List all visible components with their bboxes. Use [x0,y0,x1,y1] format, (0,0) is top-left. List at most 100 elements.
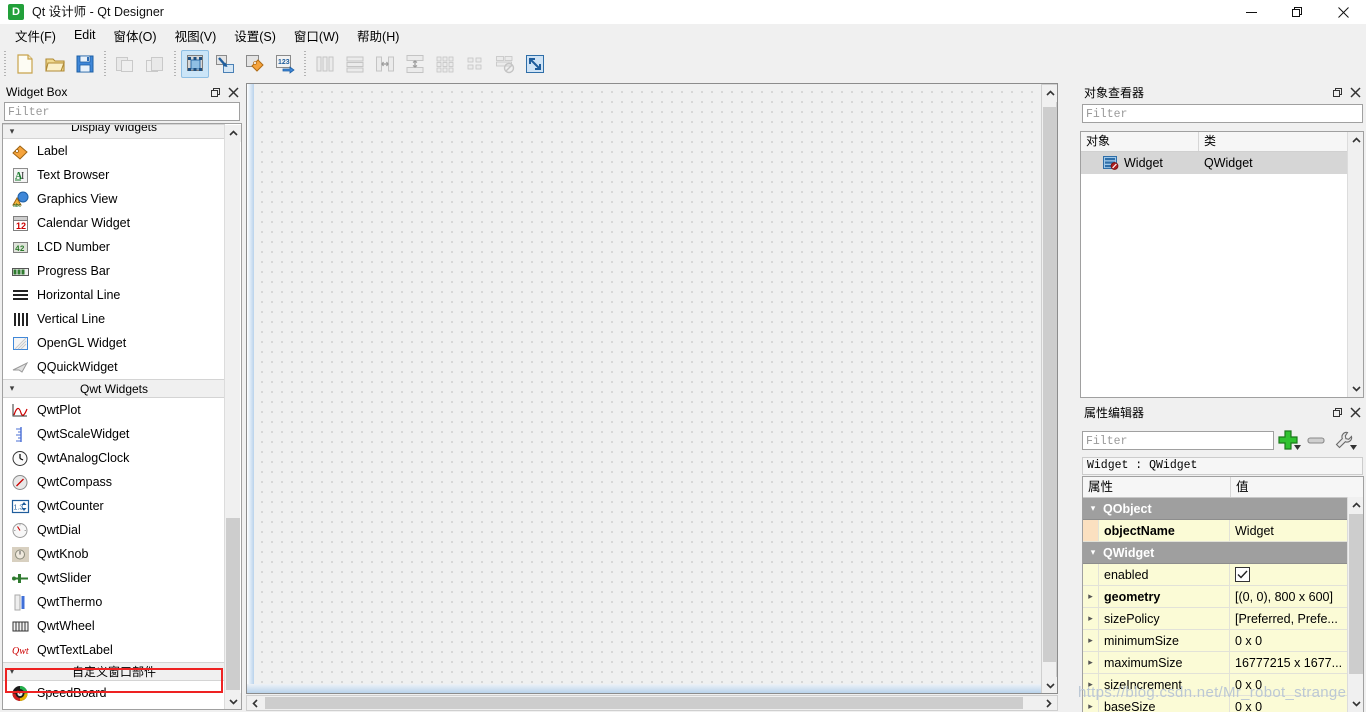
widget-item-qquickwidget[interactable]: QQuickWidget [3,355,225,379]
scroll-left-icon[interactable] [247,696,264,710]
edit-signals-slots-icon[interactable] [211,50,239,78]
form-canvas[interactable] [246,83,1058,694]
layout-form-icon[interactable] [461,50,489,78]
save-file-icon[interactable] [71,50,99,78]
property-row-sizepolicy[interactable]: ▸ sizePolicy [Preferred, Prefe... [1083,608,1363,630]
break-layout-icon[interactable] [491,50,519,78]
menu-file[interactable]: 文件(F) [6,24,65,47]
expand-chevron-icon[interactable]: ▸ [1083,696,1099,712]
property-editor-scroll-thumb[interactable] [1349,514,1363,674]
property-value[interactable]: [Preferred, Prefe... [1230,608,1363,629]
widget-box-list[interactable]: ▾ Display Widgets Label A I Text Browser… [2,123,242,710]
widget-item-qwtthermo[interactable]: QwtThermo [3,590,225,614]
expand-chevron-icon[interactable]: ▸ [1083,608,1099,629]
expand-chevron-icon[interactable]: ▸ [1083,652,1099,673]
property-value[interactable]: 0 x 0 [1230,630,1363,651]
scroll-up-icon[interactable] [1348,497,1363,514]
property-value[interactable]: 16777215 x 1677... [1230,652,1363,673]
maximize-restore-button[interactable] [1274,0,1320,24]
scroll-down-icon[interactable] [1348,380,1363,397]
widget-box-scrollbar[interactable] [224,125,241,709]
property-row-maximumsize[interactable]: ▸ maximumSize 16777215 x 1677... [1083,652,1363,674]
property-editor-scrollbar[interactable] [1347,497,1363,712]
undo-icon[interactable] [111,50,139,78]
property-value[interactable] [1230,564,1363,585]
add-property-icon[interactable] [1274,427,1302,453]
widget-item-graphics-view[interactable]: abc Graphics View [3,187,225,211]
category-header-display-widgets[interactable]: ▾ Display Widgets [3,124,225,139]
object-inspector-tree[interactable]: 对象 类 Widget QWidget [1080,131,1364,398]
expand-chevron-icon[interactable]: ▸ [1083,586,1099,607]
widget-item-qwtanalogclock[interactable]: QwtAnalogClock [3,446,225,470]
widget-item-label[interactable]: Label [3,139,225,163]
widget-item-qwttextlabel[interactable]: Qwt QwtTextLabel [3,638,225,662]
widget-box-scroll-thumb[interactable] [226,518,240,690]
scroll-up-icon[interactable] [1348,132,1363,149]
canvas-horizontal-scrollbar[interactable] [246,695,1058,711]
object-inspector-float-button[interactable] [1330,84,1347,100]
canvas-hscroll-thumb[interactable] [265,697,1023,709]
property-editor-table[interactable]: 属性 值 ▾ QObject objectName Widget ▾ QWidg… [1082,476,1364,712]
edit-widgets-icon[interactable] [181,49,209,78]
object-inspector-row[interactable]: Widget QWidget [1081,152,1363,174]
menu-form[interactable]: 窗体(O) [105,24,166,47]
minimize-button[interactable] [1228,0,1274,24]
scroll-right-icon[interactable] [1040,696,1057,710]
remove-property-icon[interactable] [1302,427,1330,453]
property-editor-close-button[interactable] [1347,404,1364,420]
property-row-geometry[interactable]: ▸ geometry [(0, 0), 800 x 600] [1083,586,1363,608]
canvas-vertical-scrollbar[interactable] [1041,84,1057,693]
menu-settings[interactable]: 设置(S) [225,24,285,47]
property-value[interactable]: Widget [1230,520,1363,541]
property-row-sizeincrement[interactable]: ▸ sizeIncrement 0 x 0 [1083,674,1363,696]
scroll-down-icon[interactable] [225,693,241,709]
open-file-icon[interactable] [41,50,69,78]
property-value[interactable]: 0 x 0 [1230,674,1363,695]
widget-item-qwtscalewidget[interactable]: QwtScaleWidget [3,422,225,446]
configure-icon[interactable] [1330,427,1358,453]
widget-item-qwtslider[interactable]: QwtSlider [3,566,225,590]
property-value[interactable]: 0 x 0 [1230,696,1363,712]
menu-window[interactable]: 窗口(W) [285,24,348,47]
scroll-down-icon[interactable] [1348,695,1363,712]
object-inspector-scrollbar[interactable] [1347,132,1363,397]
category-header-qwt-widgets[interactable]: ▾ Qwt Widgets [3,379,225,398]
widget-item-qwtcompass[interactable]: QwtCompass [3,470,225,494]
property-row-objectname[interactable]: objectName Widget [1083,520,1363,542]
widget-box-filter-input[interactable]: Filter [4,102,240,121]
enabled-checkbox[interactable] [1235,567,1250,582]
category-header-custom-widgets[interactable]: ▾ 自定义窗口部件 [3,662,225,681]
property-row-enabled[interactable]: enabled [1083,564,1363,586]
property-row-minimumsize[interactable]: ▸ minimumSize 0 x 0 [1083,630,1363,652]
expand-chevron-icon[interactable]: ▸ [1083,674,1099,695]
widget-item-progress-bar[interactable]: Progress Bar [3,259,225,283]
adjust-size-icon[interactable] [521,50,549,78]
widget-item-qwtplot[interactable]: QwtPlot [3,398,225,422]
widget-item-horizontal-line[interactable]: Horizontal Line [3,283,225,307]
new-file-icon[interactable] [11,50,39,78]
widget-item-speedboard[interactable]: SpeedBoard [3,681,225,705]
layout-in-splitter-v-icon[interactable] [401,50,429,78]
widget-item-opengl-widget[interactable]: OpenGL Widget [3,331,225,355]
widget-item-calendar-widget[interactable]: 12 Calendar Widget [3,211,225,235]
property-value[interactable]: [(0, 0), 800 x 600] [1230,586,1363,607]
menu-edit[interactable]: Edit [65,26,105,44]
canvas-vscroll-thumb[interactable] [1043,107,1057,662]
layout-grid-icon[interactable] [431,50,459,78]
widget-item-lcd-number[interactable]: 42 LCD Number [3,235,225,259]
expand-chevron-icon[interactable]: ▸ [1083,630,1099,651]
scroll-down-icon[interactable] [1042,677,1057,693]
widget-item-qwtwheel[interactable]: QwtWheel [3,614,225,638]
layout-vertically-icon[interactable] [341,50,369,78]
property-editor-filter-input[interactable]: Filter [1082,430,1274,450]
widget-item-text-browser[interactable]: A I Text Browser [3,163,225,187]
widget-item-vertical-line[interactable]: Vertical Line [3,307,225,331]
form-grid-surface[interactable] [254,84,1057,693]
property-row-basesize[interactable]: ▸ baseSize 0 x 0 [1083,696,1363,712]
redo-icon[interactable] [141,50,169,78]
widget-item-qwtdial[interactable]: QwtDial [3,518,225,542]
property-group-qwidget[interactable]: ▾ QWidget [1083,542,1363,564]
property-group-qobject[interactable]: ▾ QObject [1083,498,1363,520]
object-inspector-close-button[interactable] [1347,84,1364,100]
widget-item-qwtcounter[interactable]: 1.3 QwtCounter [3,494,225,518]
